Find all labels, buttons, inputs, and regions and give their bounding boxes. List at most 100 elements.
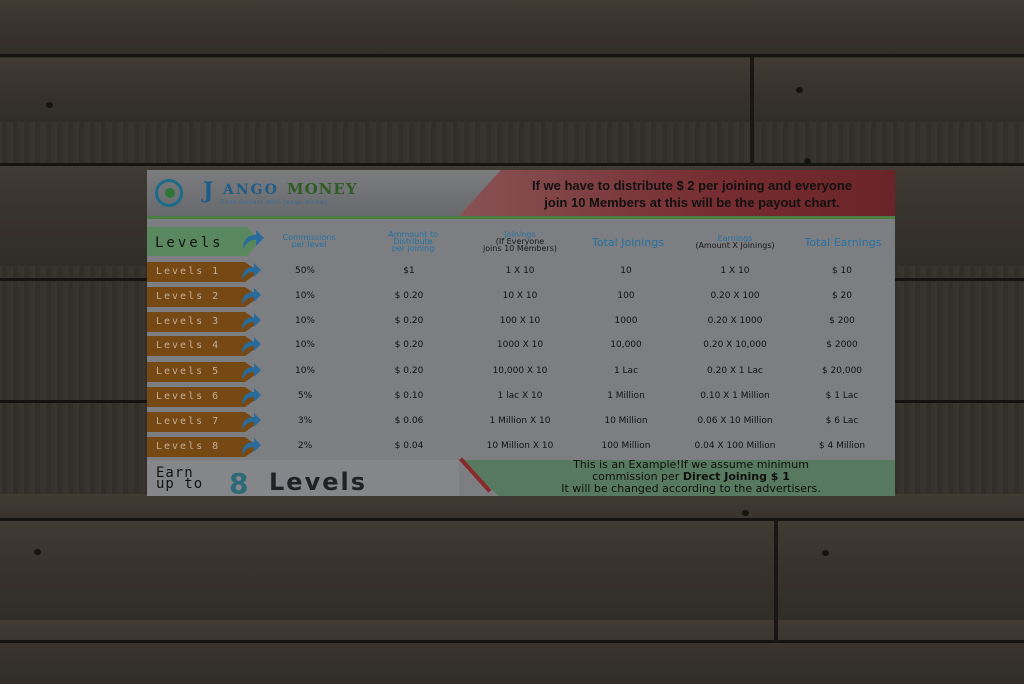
total-joinings-cell: 100 Million (601, 441, 651, 451)
green-divider (147, 216, 895, 219)
table-row: Levels 1 50% $1 1 X 10 10 1 X 10 $ 10 (147, 262, 895, 282)
total-earnings-cell: $ 200 (829, 316, 855, 326)
total-joinings-column-header: Total Joinings (592, 236, 664, 249)
earnings-cell: 0.06 X 10 Million (697, 416, 773, 426)
total-earnings-cell: $ 20 (831, 291, 853, 301)
commission-cell: 2% (297, 441, 313, 451)
table-row: Levels 4 10% $ 0.20 1000 X 10 10,000 0.2… (147, 336, 895, 356)
level-label: Levels 3 (156, 316, 221, 327)
header-text-line: per joining (391, 244, 435, 253)
amount-cell: $ 0.20 (394, 316, 424, 326)
total-earnings-column-header: Total Earnings (804, 236, 882, 249)
total-earnings-cell: $ 2000 (826, 340, 858, 350)
level-label: Levels 7 (156, 416, 221, 427)
total-joinings-cell: 100 (617, 291, 635, 301)
level-label: Levels 8 (156, 441, 221, 452)
total-earnings-cell: $ 1 Lac (825, 391, 859, 401)
earnings-cell: 0.04 X 100 Million (694, 441, 776, 451)
earnings-cell: 0.20 X 1000 (707, 316, 763, 326)
arrow-icon (242, 313, 261, 330)
logo-globe-icon (155, 179, 183, 207)
joinings-cell: 1 Million X 10 (489, 416, 551, 426)
amount-cell: $ 0.06 (394, 416, 424, 426)
level-label: Levels 4 (156, 340, 221, 351)
joinings-cell: 10 X 10 (502, 291, 538, 301)
footer-note-text: This is an Example!If we assume minimum … (499, 459, 883, 495)
earn-up-to-text: Earn up to (156, 466, 204, 492)
header-line-2: join 10 Members at this will be the payo… (544, 195, 840, 210)
table-row: Levels 6 5% $ 0.10 1 lac X 10 1 Million … (147, 387, 895, 407)
arrow-icon (242, 388, 261, 405)
header-text-line: per level (291, 240, 327, 249)
header-text: If we have to distribute $ 2 per joining… (507, 177, 877, 211)
total-joinings-cell: 1000 (614, 316, 638, 326)
table-row: Levels 8 2% $ 0.04 10 Million X 10 100 M… (147, 437, 895, 457)
total-earnings-cell: $ 6 Lac (825, 416, 859, 426)
amount-cell: $ 0.04 (394, 441, 424, 451)
arrow-icon (242, 438, 261, 455)
joinings-cell: 10,000 X 10 (492, 366, 548, 376)
arrow-icon (242, 263, 261, 280)
big-levels-word: Levels (269, 468, 368, 496)
commission-column-header: Commissions per level (267, 234, 351, 249)
header-text-line: (Amount X Joinings) (695, 241, 775, 250)
header-line-1: If we have to distribute $ 2 per joining… (531, 178, 853, 193)
level-label: Levels 2 (156, 291, 221, 302)
level-label: Levels 6 (156, 391, 221, 402)
commission-cell: 10% (294, 340, 315, 350)
joinings-cell: 1 X 10 (505, 266, 535, 276)
amount-cell: $ 0.20 (394, 340, 424, 350)
table-row: Levels 2 10% $ 0.20 10 X 10 100 0.20 X 1… (147, 287, 895, 307)
payout-chart-card: J ANGO MONEY Earn Dollars With Jango Mon… (147, 170, 895, 496)
earnings-cell: 0.20 X 1 Lac (707, 366, 763, 376)
commission-cell: 10% (294, 366, 315, 376)
earnings-column-header: Earnings (Amount X Joinings) (679, 235, 791, 250)
total-joinings-cell: 10 Million (604, 416, 648, 426)
logo-word-ango: ANGO (223, 182, 279, 198)
arrow-icon (243, 230, 264, 250)
arrow-icon (242, 363, 261, 380)
joinings-cell: 1000 X 10 (496, 340, 544, 350)
total-joinings-cell: 1 Million (607, 391, 645, 401)
earnings-cell: 0.20 X 10,000 (703, 340, 767, 350)
total-earnings-cell: $ 10 (831, 266, 853, 276)
table-row: Levels 3 10% $ 0.20 100 X 10 1000 0.20 X… (147, 312, 895, 332)
total-joinings-cell: 1 Lac (613, 366, 639, 376)
levels-header-label: Levels (155, 235, 224, 251)
total-joinings-cell: 10,000 (610, 340, 642, 350)
joinings-cell: 100 X 10 (499, 316, 541, 326)
amount-cell: $ 0.10 (394, 391, 424, 401)
logo-word-money: MONEY (287, 180, 358, 198)
header-text-line: joins 10 Members) (482, 244, 558, 253)
commission-cell: 50% (294, 266, 315, 276)
commission-cell: 5% (297, 391, 313, 401)
total-earnings-cell: $ 4 Million (818, 441, 866, 451)
table-row: Levels 5 10% $ 0.20 10,000 X 10 1 Lac 0.… (147, 362, 895, 382)
commission-cell: 10% (294, 291, 315, 301)
note-line-3: It will be changed according to the adve… (561, 482, 821, 495)
earnings-cell: 0.20 X 100 (710, 291, 760, 301)
earn-line-2: up to (156, 476, 204, 492)
logo-letter: J (203, 178, 214, 204)
joinings-cell: 1 lac X 10 (497, 391, 543, 401)
amount-cell: $ 0.20 (394, 366, 424, 376)
amount-cell: $1 (403, 266, 415, 276)
earnings-cell: 0.10 X 1 Million (700, 391, 770, 401)
table-row: Levels 7 3% $ 0.06 1 Million X 10 10 Mil… (147, 412, 895, 432)
amount-cell: $ 0.20 (394, 291, 424, 301)
total-earnings-cell: $ 20,000 (821, 366, 863, 376)
arrow-icon (242, 288, 261, 305)
arrow-icon (242, 413, 261, 430)
commission-cell: 10% (294, 316, 315, 326)
amount-column-header: Ammount to Distribute per joining (373, 231, 453, 253)
earnings-cell: 1 X 10 (720, 266, 750, 276)
level-label: Levels 5 (156, 366, 221, 377)
level-label: Levels 1 (156, 266, 221, 277)
joinings-cell: 10 Million X 10 (486, 441, 554, 451)
arrow-icon (242, 337, 261, 354)
total-joinings-cell: 10 (620, 266, 632, 276)
commission-cell: 3% (297, 416, 313, 426)
big-number-eight: 8 (229, 467, 249, 496)
joinings-column-header: Joinings (If Everyone joins 10 Members) (461, 231, 579, 253)
logo-tagline: Earn Dollars With Jango Money (221, 199, 328, 206)
